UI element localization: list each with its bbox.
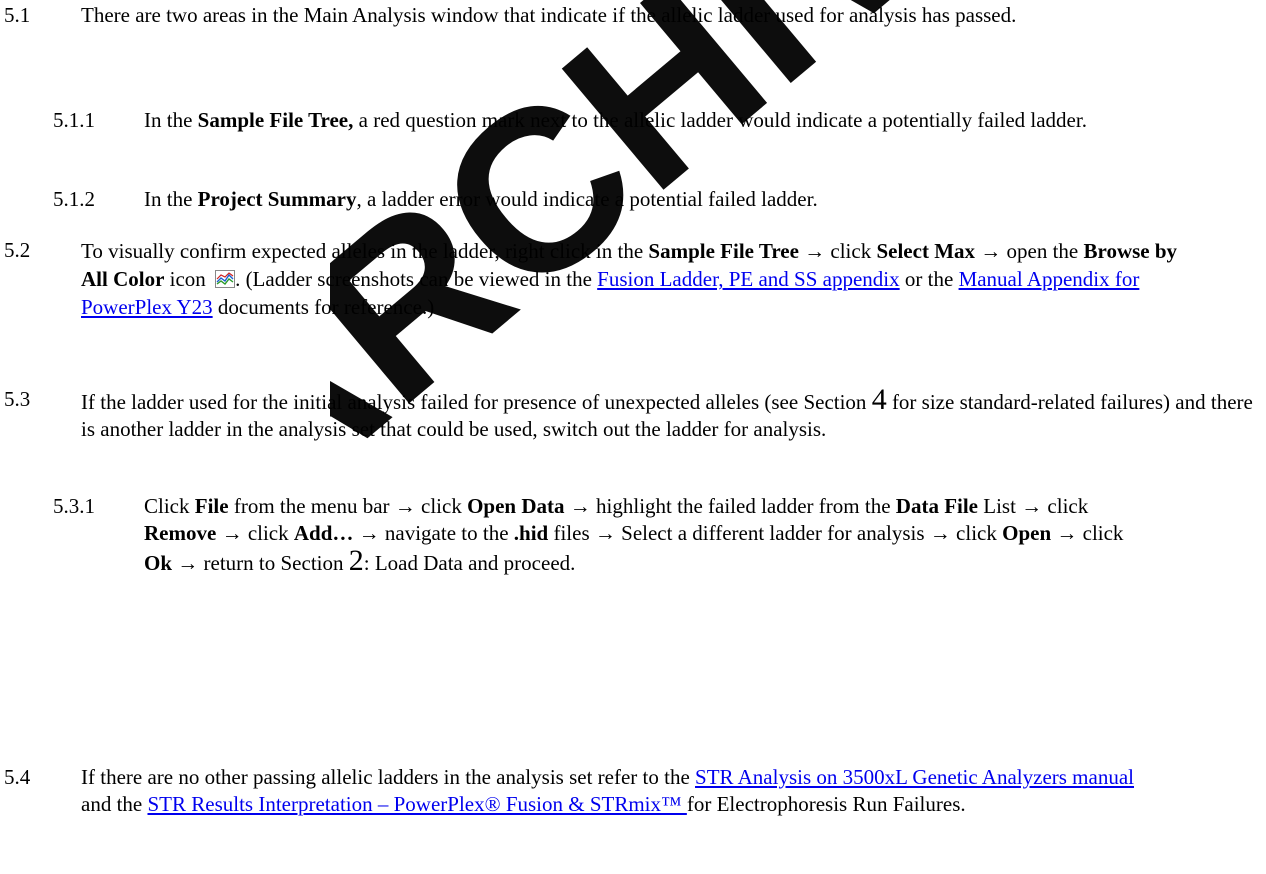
section-text: In the Project Summary, a ladder error w… xyxy=(144,187,818,211)
str-analysis-3500xl-link[interactable]: STR Analysis on 3500xL Genetic Analyzers… xyxy=(695,765,1134,789)
section-text: If there are no other passing allelic la… xyxy=(81,765,1134,816)
section-text: There are two areas in the Main Analysis… xyxy=(81,3,1017,27)
fusion-ladder-appendix-link[interactable]: Fusion Ladder, PE and SS appendix xyxy=(597,267,899,291)
str-results-interpretation-link[interactable]: STR Results Interpretation – PowerPlex® … xyxy=(147,792,686,816)
section-number: 5.1.2 xyxy=(53,187,95,211)
section-number: 5.1.1 xyxy=(53,108,95,132)
section-number: 5.3 xyxy=(4,387,31,411)
section-text: Click File from the menu bar → click Ope… xyxy=(144,494,1124,577)
section-number: 5.2 xyxy=(4,238,31,262)
section-text: To visually confirm expected alleles in … xyxy=(81,239,1178,319)
chart-icon xyxy=(215,270,236,288)
section-number: 5.1 xyxy=(4,3,31,27)
section-text: If the ladder used for the initial analy… xyxy=(81,383,1253,442)
section-number: 5.3.1 xyxy=(53,494,95,518)
section-number: 5.4 xyxy=(4,765,31,789)
section-text: In the Sample File Tree, a red question … xyxy=(144,108,1087,132)
